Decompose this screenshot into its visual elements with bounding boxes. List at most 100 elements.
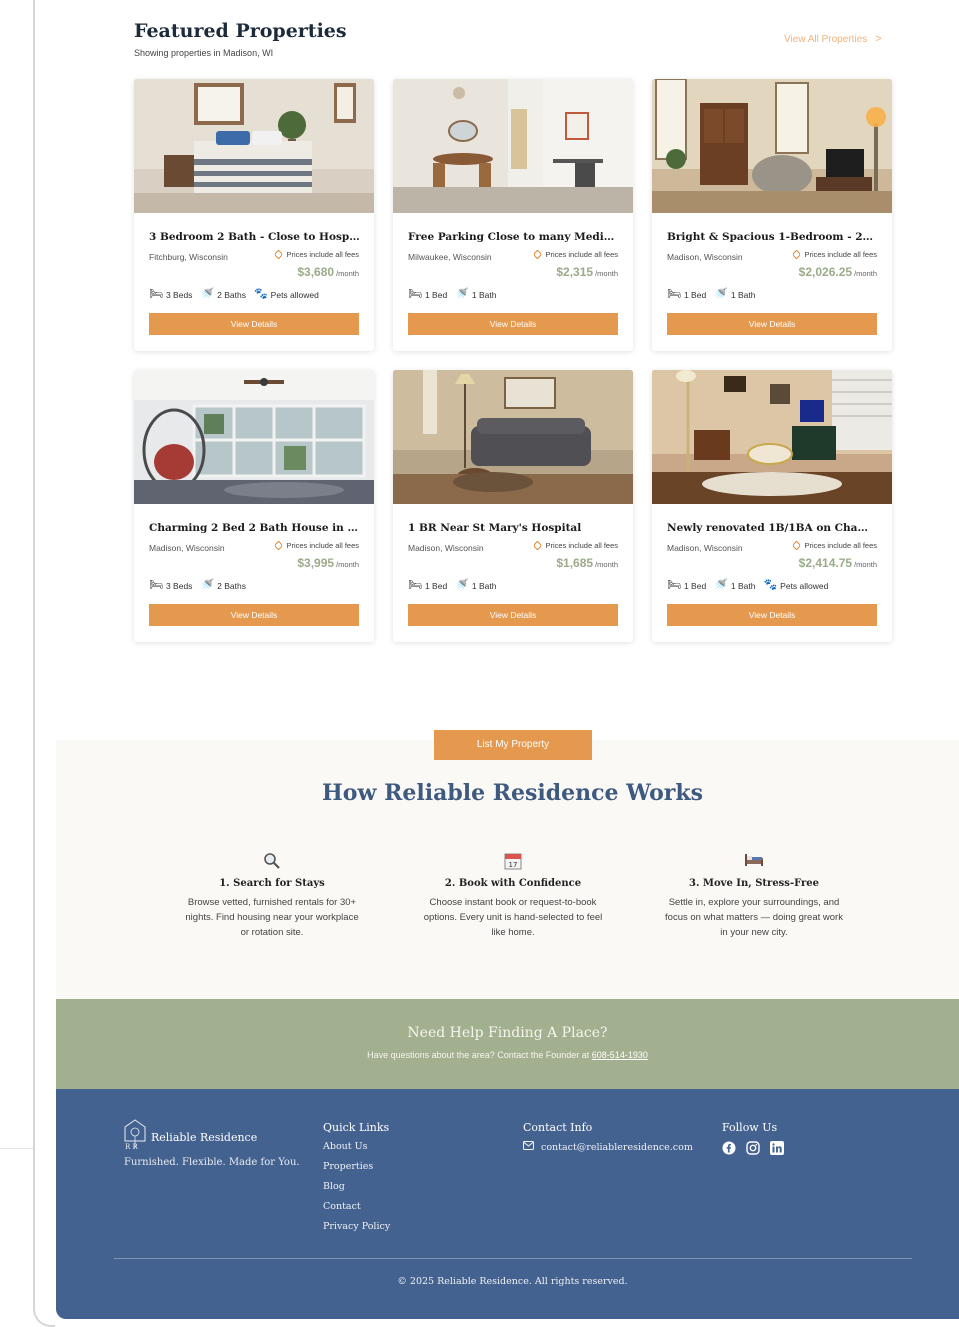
price-period: /month bbox=[854, 269, 877, 278]
fees-label: Prices include all fees bbox=[286, 541, 359, 550]
property-price: $3,995/month bbox=[297, 556, 359, 570]
property-title[interactable]: Bright & Spacious 1-Bedroom - 2nd... bbox=[667, 231, 879, 243]
fees-note: Prices include all fees bbox=[274, 249, 359, 260]
price-value: $1,685 bbox=[556, 556, 594, 570]
linkedin-icon[interactable] bbox=[770, 1141, 784, 1155]
quick-links: Quick Links About Us Properties Blog Con… bbox=[323, 1121, 390, 1241]
property-photo-lounge[interactable] bbox=[393, 370, 633, 504]
property-card[interactable]: Newly renovated 1B/1BA on Chamberlai... … bbox=[652, 370, 892, 642]
view-details-button[interactable]: View Details bbox=[149, 604, 359, 626]
property-card[interactable]: Charming 2 Bed 2 Bath House in the... Ma… bbox=[134, 370, 374, 642]
featured-title: Featured Properties bbox=[134, 20, 347, 42]
fees-label: Prices include all fees bbox=[804, 250, 877, 259]
footer-link-about-us[interactable]: About Us bbox=[323, 1141, 390, 1152]
bed-icon: 🛏 bbox=[667, 288, 681, 300]
footer-link-contact[interactable]: Contact bbox=[323, 1201, 390, 1212]
svg-text:17: 17 bbox=[509, 861, 518, 869]
bed-icon: 🛏 bbox=[149, 288, 163, 300]
amenity-baths: 🚿 1 Bath bbox=[455, 289, 496, 300]
step-description: Browse vetted, furnished rentals for 30+… bbox=[185, 897, 359, 938]
price-period: /month bbox=[595, 269, 618, 278]
contact-email-row[interactable]: contact@reliableresidence.com bbox=[523, 1141, 693, 1153]
amenity-beds: 🛏 1 Bed bbox=[667, 580, 706, 591]
amenities: 🛏 1 Bed 🚿 1 Bath bbox=[408, 289, 496, 300]
price-tag-icon bbox=[533, 249, 543, 260]
window-frame-edge bbox=[33, 0, 35, 1300]
property-location: Madison, Wisconsin bbox=[408, 543, 484, 553]
help-banner: Need Help Finding A Place? Have question… bbox=[56, 999, 959, 1089]
founder-phone-link[interactable]: 608-514-1930 bbox=[592, 1050, 648, 1060]
view-all-properties-link[interactable]: View All Properties > bbox=[784, 33, 882, 45]
amenities: 🛏 1 Bed 🚿 1 Bath 🐾 Pets allowed bbox=[667, 580, 828, 591]
property-title[interactable]: Newly renovated 1B/1BA on Chamberlai... bbox=[667, 522, 879, 534]
amenity-label: 1 Bath bbox=[730, 580, 756, 591]
calendar-icon: 17 bbox=[423, 852, 603, 872]
view-details-button[interactable]: View Details bbox=[408, 604, 618, 626]
property-photo-dining[interactable] bbox=[393, 79, 633, 213]
amenity-beds: 🛏 1 Bed bbox=[667, 289, 706, 300]
fees-note: Prices include all fees bbox=[792, 540, 877, 551]
shower-icon: 🚿 bbox=[455, 288, 469, 300]
amenity-baths: 🚿 1 Bath bbox=[714, 289, 755, 300]
price-value: $2,315 bbox=[556, 265, 594, 279]
quick-links-title: Quick Links bbox=[323, 1121, 390, 1134]
price-tag-icon bbox=[533, 540, 543, 551]
footer-link-properties[interactable]: Properties bbox=[323, 1161, 390, 1172]
property-photo-studio[interactable] bbox=[652, 370, 892, 504]
view-details-button[interactable]: View Details bbox=[667, 313, 877, 335]
facebook-icon[interactable] bbox=[722, 1141, 736, 1155]
footer-link-privacy-policy[interactable]: Privacy Policy bbox=[323, 1221, 390, 1232]
shower-icon: 🚿 bbox=[714, 288, 728, 300]
property-card[interactable]: Free Parking Close to many Medical... Mi… bbox=[393, 79, 633, 351]
reliable-residence-logo[interactable] bbox=[124, 1119, 146, 1148]
amenity-label: 1 Bath bbox=[471, 289, 497, 300]
follow-us-title: Follow Us bbox=[722, 1121, 778, 1134]
amenity-pets: 🐾 Pets allowed bbox=[254, 289, 319, 300]
view-details-button[interactable]: View Details bbox=[149, 313, 359, 335]
list-my-property-button[interactable]: List My Property bbox=[434, 730, 592, 760]
footer-divider bbox=[114, 1258, 912, 1259]
price-period: /month bbox=[595, 560, 618, 569]
footer-link-blog[interactable]: Blog bbox=[323, 1181, 390, 1192]
view-details-button[interactable]: View Details bbox=[408, 313, 618, 335]
copyright-text: © 2025 Reliable Residence. All rights re… bbox=[397, 1276, 628, 1287]
property-card[interactable]: 3 Bedroom 2 Bath - Close to Hospitals...… bbox=[134, 79, 374, 351]
amenity-label: 1 Bath bbox=[730, 289, 756, 300]
property-price: $2,315/month bbox=[556, 265, 618, 279]
property-card[interactable]: 1 BR Near St Mary's Hospital Madison, Wi… bbox=[393, 370, 633, 642]
step-description: Settle in, explore your surroundings, an… bbox=[665, 897, 843, 938]
shower-icon: 🚿 bbox=[714, 579, 728, 591]
property-title[interactable]: 1 BR Near St Mary's Hospital bbox=[408, 522, 620, 534]
footer-tagline: Furnished. Flexible. Made for You. bbox=[124, 1157, 300, 1168]
bed-icon: 🛏 bbox=[408, 288, 422, 300]
property-location: Madison, Wisconsin bbox=[667, 543, 743, 553]
amenity-label: 3 Beds bbox=[165, 289, 193, 300]
paw-icon: 🐾 bbox=[763, 579, 778, 591]
paw-icon: 🐾 bbox=[253, 288, 268, 300]
amenities: 🛏 1 Bed 🚿 1 Bath bbox=[408, 580, 496, 591]
amenity-baths: 🚿 1 Bath bbox=[455, 580, 496, 591]
amenities: 🛏 3 Beds 🚿 2 Baths bbox=[149, 580, 246, 591]
property-photo-sunroom[interactable] bbox=[134, 370, 374, 504]
property-title[interactable]: Charming 2 Bed 2 Bath House in the... bbox=[149, 522, 361, 534]
amenity-label: 2 Baths bbox=[217, 580, 246, 591]
price-period: /month bbox=[336, 560, 359, 569]
property-title[interactable]: Free Parking Close to many Medical... bbox=[408, 231, 620, 243]
property-title[interactable]: 3 Bedroom 2 Bath - Close to Hospitals... bbox=[149, 231, 361, 243]
help-message: Have questions about the area? Contact t… bbox=[367, 1050, 590, 1060]
property-location: Fitchburg, Wisconsin bbox=[149, 252, 228, 262]
property-location: Milwaukee, Wisconsin bbox=[408, 252, 492, 262]
property-photo-bedroom[interactable] bbox=[134, 79, 374, 213]
logo-letters: R R bbox=[125, 1143, 138, 1151]
view-details-button[interactable]: View Details bbox=[667, 604, 877, 626]
step-description: Choose instant book or request-to-book o… bbox=[423, 897, 603, 938]
amenity-label: 3 Beds bbox=[165, 580, 193, 591]
property-photo-living-room[interactable] bbox=[652, 79, 892, 213]
contact-email[interactable]: contact@reliableresidence.com bbox=[541, 1142, 693, 1153]
help-title: Need Help Finding A Place? bbox=[407, 1025, 608, 1041]
fees-note: Prices include all fees bbox=[792, 249, 877, 260]
amenity-label: 1 Bed bbox=[424, 580, 448, 591]
window-frame-corner bbox=[33, 1296, 55, 1327]
property-card[interactable]: Bright & Spacious 1-Bedroom - 2nd... Mad… bbox=[652, 79, 892, 351]
instagram-icon[interactable] bbox=[746, 1141, 760, 1155]
